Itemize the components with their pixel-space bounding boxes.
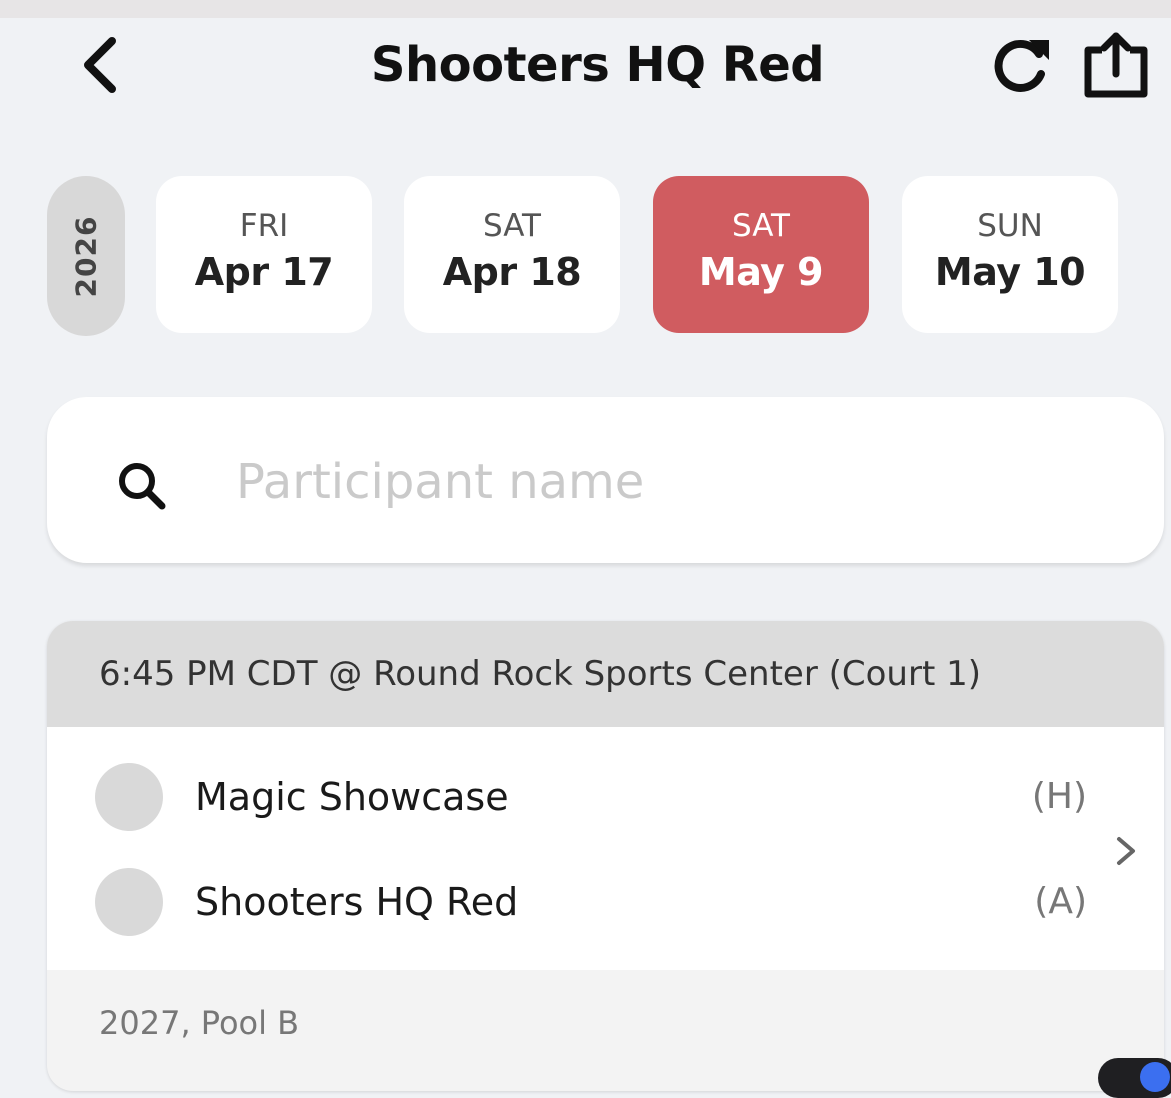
status-strip	[0, 0, 1171, 18]
year-label: 2026	[69, 215, 103, 297]
game-time-location: 6:45 PM CDT @ Round Rock Sports Center (…	[99, 654, 981, 694]
date-tab-dow: SAT	[732, 208, 790, 244]
refresh-button[interactable]	[985, 32, 1057, 98]
assistant-dot-icon	[1140, 1062, 1170, 1092]
date-tab-date: May 10	[934, 250, 1086, 294]
search-input[interactable]	[236, 440, 1116, 524]
page-title: Shooters HQ Red	[370, 37, 825, 93]
team-row-home: Magic Showcase (H)	[47, 757, 1164, 837]
team-name: Magic Showcase	[195, 775, 509, 819]
game-card: 6:45 PM CDT @ Round Rock Sports Center (…	[47, 621, 1164, 1091]
team-logo-placeholder	[95, 763, 163, 831]
date-tab-dow: SUN	[977, 208, 1043, 244]
back-button[interactable]	[72, 30, 128, 100]
team-side-badge: (H)	[1031, 776, 1087, 817]
chevron-right-icon	[1117, 837, 1135, 865]
game-matchup[interactable]: Magic Showcase (H) Shooters HQ Red (A)	[47, 727, 1164, 970]
date-tab-1[interactable]: FRI Apr 17	[156, 176, 372, 333]
date-tab-dow: SAT	[483, 208, 541, 244]
search-icon	[119, 463, 166, 510]
refresh-icon	[994, 39, 1049, 92]
team-name: Shooters HQ Red	[195, 880, 519, 924]
team-row-away: Shooters HQ Red (A)	[47, 862, 1164, 942]
floating-assistant-badge[interactable]	[1098, 1058, 1171, 1098]
chevron-left-icon	[84, 37, 116, 93]
date-tab-2[interactable]: SAT Apr 18	[404, 176, 620, 333]
date-tab-3-selected[interactable]: SAT May 9	[653, 176, 869, 333]
date-tab-4[interactable]: SUN May 10	[902, 176, 1118, 333]
game-header: 6:45 PM CDT @ Round Rock Sports Center (…	[47, 621, 1164, 727]
date-tab-date: Apr 17	[194, 250, 334, 294]
year-pill: 2026	[47, 176, 125, 336]
share-button[interactable]	[1076, 28, 1156, 102]
date-tab-date: May 9	[698, 250, 824, 294]
team-side-badge: (A)	[1034, 881, 1087, 922]
team-logo-placeholder	[95, 868, 163, 936]
game-pool-label: 2027, Pool B	[99, 1004, 300, 1042]
date-tab-dow: FRI	[239, 208, 289, 244]
share-icon	[1084, 32, 1148, 98]
date-tab-date: Apr 18	[442, 250, 582, 294]
